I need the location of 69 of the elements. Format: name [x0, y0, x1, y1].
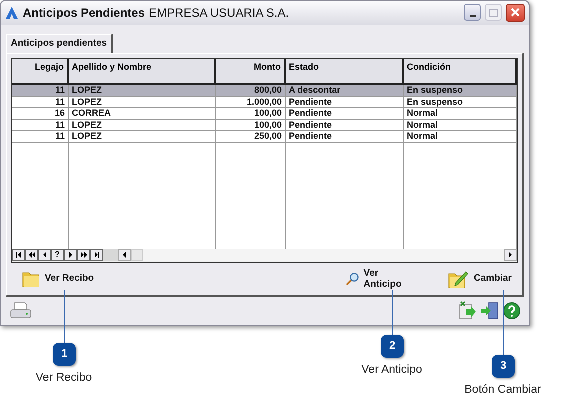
action-button[interactable]: Ver Recibo: [21, 268, 94, 289]
callout-badge: 1: [53, 343, 76, 366]
action-button[interactable]: Cambiar: [448, 268, 512, 289]
table-row[interactable]: 11 LOPEZ 1.000,00 Pendiente En suspenso: [12, 96, 517, 108]
table-cell: 100,00: [254, 120, 282, 130]
table-cell: 800,00: [254, 84, 282, 95]
callout-label: Ver Anticipo: [362, 363, 422, 378]
table-cell: 100,00: [254, 108, 282, 118]
action-button[interactable]: Ver Anticipo: [346, 268, 406, 290]
export-icon[interactable]: [457, 301, 477, 322]
table-cell: 250,00: [254, 131, 282, 142]
tab[interactable]: Anticipos pendientes: [6, 34, 114, 53]
table-row[interactable]: 11 LOPEZ 250,00 Pendiente Normal: [12, 131, 517, 143]
help-icon[interactable]: [503, 302, 521, 320]
minimize-button[interactable]: [464, 4, 481, 22]
close-button[interactable]: [506, 4, 525, 22]
navigator-button[interactable]: [64, 249, 77, 262]
navigator-button[interactable]: [38, 249, 51, 262]
table-cell: 11: [55, 120, 65, 130]
table-cell: LOPEZ: [72, 131, 102, 142]
table-cell: LOPEZ: [72, 96, 102, 107]
callout-badge: 3: [492, 355, 515, 378]
table-cell: Normal: [407, 131, 438, 142]
table-cell: Normal: [407, 120, 438, 130]
window-title: Anticipos Pendientes: [23, 4, 146, 22]
prior-page-arrow-icon: [28, 250, 36, 260]
leader-line: [503, 290, 504, 355]
callout-label: Ver Recibo: [36, 371, 92, 386]
table-cell: En suspenso: [407, 96, 464, 107]
scroll-right-icon[interactable]: [504, 249, 517, 262]
next-page-arrow-icon: [80, 250, 88, 260]
printer-icon[interactable]: [9, 301, 33, 322]
table-cell: Pendiente: [289, 120, 332, 130]
leader-line: [392, 290, 393, 335]
table-cell: 11: [55, 131, 65, 142]
table-cell: LOPEZ: [72, 120, 102, 130]
table-cell: 11: [55, 84, 65, 95]
app-logo-icon: [5, 6, 19, 20]
table-cell: CORREA: [72, 108, 112, 118]
navigator-button[interactable]: [25, 249, 38, 262]
window-subtitle: EMPRESA USUARIA S.A.: [149, 4, 290, 22]
scroll-thumb[interactable]: [131, 249, 143, 262]
table-cell: LOPEZ: [72, 84, 102, 95]
close-icon: [511, 8, 520, 18]
table-cell: 16: [54, 108, 65, 118]
table-row[interactable]: 16 CORREA 100,00 Pendiente Normal: [12, 108, 517, 120]
navigator-button[interactable]: ?: [51, 249, 64, 262]
next-arrow-icon: [66, 250, 74, 260]
scroll-left-icon[interactable]: [118, 249, 131, 262]
table-cell: 11: [55, 96, 65, 107]
navigator-button[interactable]: [77, 249, 90, 262]
last-arrow-icon: [92, 250, 100, 260]
callout-badge: 2: [381, 335, 404, 358]
table-cell: Pendiente: [289, 131, 332, 142]
table-cell: En suspenso: [407, 84, 464, 95]
first-arrow-icon: [14, 250, 22, 260]
navigator-spacer: [103, 249, 118, 262]
table-cell: Normal: [407, 108, 438, 118]
table-row[interactable]: 11 LOPEZ 100,00 Pendiente Normal: [12, 120, 517, 132]
callout-label: Botón Cambiar: [464, 383, 542, 398]
table-cell: Pendiente: [289, 96, 332, 107]
exit-door-icon[interactable]: [480, 301, 500, 322]
table-cell: A descontar: [289, 84, 341, 95]
navigator-button[interactable]: [90, 249, 103, 262]
leader-line: [64, 290, 65, 343]
table-row[interactable]: 11 LOPEZ 800,00 A descontar En suspenso: [12, 84, 517, 97]
table-cell: Pendiente: [289, 108, 332, 118]
table-cell: 1.000,00: [246, 96, 282, 107]
navigator-button[interactable]: [12, 249, 25, 262]
